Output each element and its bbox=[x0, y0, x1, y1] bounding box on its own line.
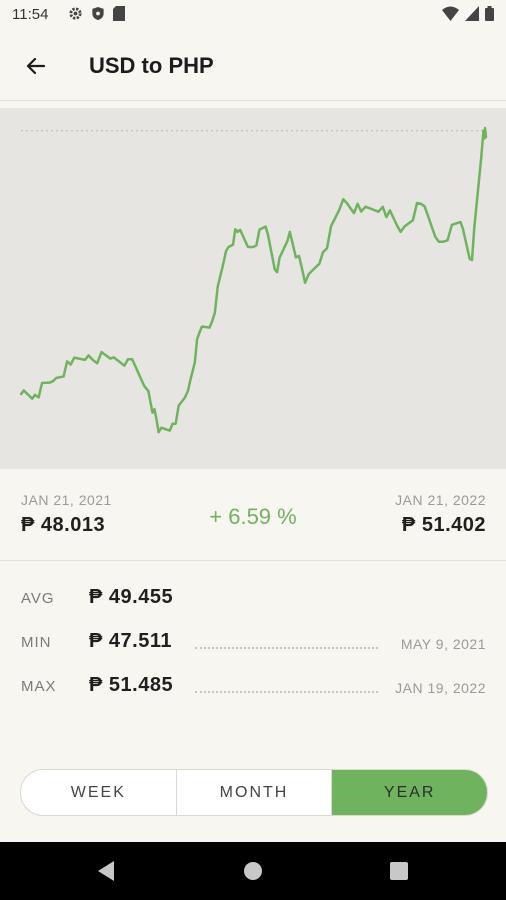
data-point bbox=[186, 389, 190, 393]
data-point bbox=[236, 230, 239, 234]
stat-min: MIN ₱ 47.511 MAY 9, 2021 bbox=[0, 629, 506, 659]
data-point bbox=[419, 202, 423, 206]
period-summary: JAN 21, 2021 ₱ 48.013 + 6.59 % JAN 21, 2… bbox=[0, 470, 506, 560]
data-point bbox=[147, 389, 150, 393]
status-bar: 11:54 bbox=[0, 0, 506, 32]
stat-max: MAX ₱ 51.485 JAN 19, 2022 bbox=[0, 673, 506, 703]
status-time: 11:54 bbox=[12, 6, 49, 23]
range-selector: WEEK MONTH YEAR bbox=[20, 769, 488, 816]
data-point bbox=[275, 270, 279, 274]
data-point bbox=[288, 230, 292, 234]
divider bbox=[0, 100, 506, 101]
divider bbox=[0, 560, 506, 561]
data-point bbox=[171, 422, 174, 425]
app-bar: USD to PHP bbox=[0, 32, 506, 100]
shield-icon bbox=[91, 6, 105, 26]
data-point bbox=[157, 430, 160, 434]
nav-recents-icon[interactable] bbox=[390, 862, 408, 885]
signal-icon bbox=[465, 6, 479, 26]
stat-min-label: MIN bbox=[21, 634, 52, 651]
data-point bbox=[359, 210, 363, 213]
data-point bbox=[126, 358, 130, 361]
data-point bbox=[342, 198, 345, 201]
range-week-button[interactable]: WEEK bbox=[21, 770, 177, 815]
end-date: JAN 21, 2022 bbox=[395, 492, 486, 508]
range-year-button[interactable]: YEAR bbox=[332, 770, 487, 815]
data-point bbox=[108, 357, 112, 360]
wifi-icon bbox=[442, 6, 459, 26]
data-point bbox=[470, 258, 474, 262]
stat-max-value: ₱ 51.485 bbox=[89, 674, 174, 696]
data-point bbox=[198, 331, 201, 334]
nav-home-icon[interactable] bbox=[243, 861, 263, 886]
page-title: USD to PHP bbox=[89, 53, 214, 78]
data-point bbox=[19, 392, 23, 396]
stat-min-value: ₱ 47.511 bbox=[89, 630, 172, 652]
data-point bbox=[303, 281, 307, 284]
system-nav-bar bbox=[0, 842, 506, 900]
back-arrow-icon[interactable] bbox=[20, 50, 52, 82]
data-point bbox=[321, 251, 325, 254]
battery-icon bbox=[485, 6, 494, 26]
stat-avg-value: ₱ 49.455 bbox=[89, 586, 174, 608]
data-point bbox=[482, 129, 485, 132]
data-point bbox=[224, 249, 228, 253]
series-line-usd-php bbox=[19, 126, 488, 434]
stat-avg-label: AVG bbox=[21, 590, 55, 607]
stat-max-date: JAN 19, 2022 bbox=[395, 680, 486, 696]
stat-max-label: MAX bbox=[21, 678, 57, 695]
settings-icon bbox=[68, 6, 83, 26]
dotted-leader bbox=[195, 691, 378, 693]
rate-chart-svg bbox=[19, 126, 488, 434]
data-point bbox=[264, 225, 267, 228]
data-point bbox=[69, 363, 72, 366]
data-point bbox=[459, 220, 462, 224]
data-point bbox=[87, 354, 90, 357]
data-point bbox=[33, 393, 37, 397]
sim-card-icon bbox=[113, 6, 125, 26]
data-point bbox=[399, 230, 402, 234]
stat-min-date: MAY 9, 2021 bbox=[400, 636, 486, 652]
end-value: ₱ 51.402 bbox=[401, 514, 486, 536]
data-point bbox=[381, 205, 385, 209]
data-point bbox=[249, 245, 252, 249]
data-point bbox=[51, 380, 55, 383]
data-point bbox=[484, 135, 488, 139]
range-month-button[interactable]: MONTH bbox=[177, 770, 333, 815]
dotted-leader bbox=[195, 647, 378, 649]
rate-chart[interactable] bbox=[0, 108, 506, 469]
data-point bbox=[437, 240, 441, 243]
nav-back-icon[interactable] bbox=[96, 860, 116, 887]
stat-avg: AVG ₱ 49.455 bbox=[0, 585, 506, 615]
data-point bbox=[210, 320, 214, 323]
